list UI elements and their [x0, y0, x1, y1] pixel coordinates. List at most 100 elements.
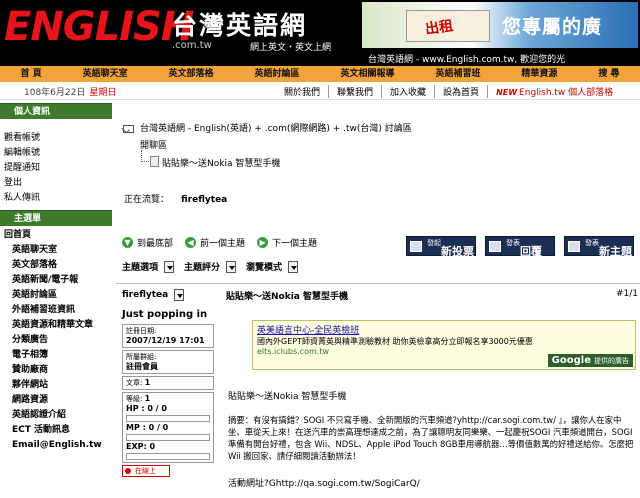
- new-poll-button[interactable]: 發起 新投票: [406, 236, 476, 258]
- sidebar-item-classifieds[interactable]: 分類廣告: [0, 333, 112, 348]
- level-value: 1: [144, 394, 151, 403]
- current-date: 108年6月22日 星期日: [24, 85, 116, 98]
- new-topic-button[interactable]: 發表 新主題: [564, 236, 634, 258]
- next-topic-link[interactable]: ▶ 下一個主題: [257, 236, 317, 249]
- logo-text: ENGLISH: [4, 4, 194, 50]
- link-set-homepage[interactable]: 設為首頁: [434, 85, 487, 98]
- link-contact[interactable]: 聯繫我們: [328, 85, 381, 98]
- google-ads-label: 提供的廣告: [594, 357, 629, 365]
- sidebar-item-sponsors[interactable]: 贊助廠商: [0, 363, 112, 378]
- sidebar-edit-account[interactable]: 編輯帳號: [0, 146, 112, 161]
- chevron-down-icon: [164, 260, 175, 273]
- new-topic-small: 發表: [585, 239, 599, 247]
- poll-icon: [410, 241, 422, 252]
- nav-cram-school[interactable]: 英語補習班: [415, 66, 501, 82]
- arrow-left-icon: ◀: [185, 237, 197, 248]
- viewer-name[interactable]: fireflytea: [181, 195, 227, 205]
- date-text: 108年6月22日: [24, 88, 86, 98]
- nav-search[interactable]: 搜 尋: [578, 66, 640, 82]
- exp-bar: [126, 453, 210, 460]
- topic-selectors: 主題選項 主題評分 瀏覽模式: [122, 260, 308, 273]
- new-poll-label: 新投票: [441, 245, 474, 258]
- main-content: 台灣英語網 - English(英語) + .com(網際網路) + .tw(台…: [116, 100, 640, 498]
- view-mode-label: 瀏覽模式: [246, 263, 283, 273]
- nav-resources[interactable]: 精華資源: [501, 66, 578, 82]
- link-bookmark[interactable]: 加入收藏: [381, 85, 434, 98]
- topic-options-dropdown[interactable]: 主題選項: [122, 260, 175, 273]
- nav-blog[interactable]: 英文部落格: [148, 66, 234, 82]
- view-mode-dropdown[interactable]: 瀏覽模式: [246, 260, 299, 273]
- personal-links: 觀看帳號 編輯帳號 提醒通知 登出 私人傳訊: [0, 119, 112, 210]
- ad-title[interactable]: 英美語言中心-全民英檢班: [257, 323, 631, 336]
- sidebar-item-partners[interactable]: 夥伴網站: [0, 378, 112, 393]
- google-ad-box[interactable]: 英美語言中心-全民英檢班 國內外GEPT師資菁英與精準測驗教材 助你英檢拿高分立…: [252, 320, 636, 370]
- post-author[interactable]: fireflytea: [122, 289, 185, 301]
- chevron-down-icon: [174, 289, 185, 301]
- post-body-link[interactable]: 活動網址?Ghttp://qa.sogi.com.tw/SogiCarQ/: [228, 476, 420, 489]
- sidebar-logout[interactable]: 登出: [0, 176, 112, 191]
- banner-text: 您專屬的廣: [502, 16, 603, 38]
- link-about[interactable]: 關於我們: [276, 85, 328, 98]
- nav-forum[interactable]: 英語討論區: [234, 66, 320, 82]
- goto-bottom-link[interactable]: ▼ 到最底部: [122, 236, 173, 249]
- next-topic-label: 下一個主題: [272, 239, 318, 249]
- weekday-text: 星期日: [89, 88, 117, 98]
- topic-rating-label: 主題評分: [184, 263, 221, 273]
- mp-bar: [126, 434, 210, 441]
- reg-label: 註冊日期:: [126, 327, 157, 335]
- site-logo[interactable]: ENGLISH: [4, 2, 194, 62]
- sidebar-main-menu-heading: 主選單: [0, 210, 112, 226]
- sidebar-item-blog[interactable]: 英文部落格: [0, 258, 112, 273]
- link-personal-blog[interactable]: NEW English.tw 個人部落格: [487, 85, 621, 98]
- reply-button[interactable]: 發表 回覆: [485, 236, 555, 258]
- arrow-down-icon: ▼: [122, 237, 133, 248]
- reply-icon: [489, 241, 501, 252]
- previous-topic-link[interactable]: ◀ 前一個主題: [185, 236, 245, 249]
- sidebar-item-web-resources[interactable]: 網路資源: [0, 393, 112, 408]
- personal-blog-label: English.tw 個人部落格: [519, 88, 614, 98]
- mp-value: MP : 0 / 0: [126, 423, 169, 432]
- sidebar-item-certification[interactable]: 英語認證介紹: [0, 408, 112, 423]
- sidebar-view-account[interactable]: 觀看帳號: [0, 131, 112, 146]
- breadcrumb-forum[interactable]: 台灣英語網 - English(英語) + .com(網際網路) + .tw(台…: [140, 121, 412, 134]
- banner-sign-text: 出租: [424, 18, 455, 38]
- user-info-panel: 註冊日期: 2007/12/19 17:01 所屬群組: 註冊會員 文章: 1 …: [122, 324, 214, 477]
- google-ads-badge[interactable]: Google 提供的廣告: [547, 354, 633, 367]
- site-header: ENGLISH .com.tw 台灣英語網 網上英文・英文上網 出租 您專屬的廣…: [0, 0, 640, 66]
- post-number[interactable]: #1/1: [616, 289, 638, 299]
- topic-rating-dropdown[interactable]: 主題評分: [184, 260, 237, 273]
- hp-value: HP : 0 / 0: [126, 404, 167, 413]
- reg-date: 2007/12/19 17:01: [126, 336, 205, 345]
- arrow-right-icon: ▶: [257, 237, 269, 248]
- stats-info: 等級: 1 HP : 0 / 0 MP : 0 / 0 EXP: 0: [122, 392, 214, 463]
- sidebar-item-forum[interactable]: 英語討論區: [0, 288, 112, 303]
- viewing-label: 正在流覽：: [124, 195, 170, 205]
- topic-options-label: 主題選項: [122, 263, 159, 273]
- registration-info: 註冊日期: 2007/12/19 17:01: [122, 324, 214, 348]
- nav-home[interactable]: 首 頁: [0, 66, 62, 82]
- goto-bottom-label: 到最底部: [137, 239, 174, 249]
- site-title: 台灣英語網: [172, 11, 308, 40]
- sidebar-home[interactable]: 回首頁: [0, 228, 112, 243]
- sidebar-item-cram-school[interactable]: 外語補習班資訊: [0, 303, 112, 318]
- new-poll-small: 發起: [427, 239, 441, 247]
- sidebar-notifications[interactable]: 提醒通知: [0, 161, 112, 176]
- new-topic-icon: [568, 241, 580, 252]
- sidebar-item-resources[interactable]: 英語資源和精華文章: [0, 318, 112, 333]
- thread-navigation: ▼ 到最底部 ◀ 前一個主題 ▶ 下一個主題: [122, 236, 329, 249]
- sidebar-private-messages[interactable]: 私人傳訊: [0, 191, 112, 206]
- ad-banner[interactable]: 出租 您專屬的廣: [362, 2, 638, 48]
- banner-sign: 出租: [406, 10, 490, 42]
- breadcrumb-thread[interactable]: 貼貼樂～送Nokia 智慧型手機: [162, 156, 280, 169]
- nav-chatroom[interactable]: 英語聊天室: [62, 66, 148, 82]
- posts-count: 1: [144, 378, 151, 387]
- sidebar-item-email[interactable]: Email@English.tw: [0, 438, 112, 453]
- main-nav: 首 頁 英語聊天室 英文部落格 英語討論區 英文相關報導 英語補習班 精華資源 …: [0, 66, 640, 82]
- post-divider: [116, 283, 640, 284]
- nav-news[interactable]: 英文相關報導: [320, 66, 415, 82]
- sidebar-item-album[interactable]: 電子相簿: [0, 348, 112, 363]
- sidebar-item-ect-events[interactable]: ECT 活動訊息: [0, 423, 112, 438]
- posts-info: 文章: 1: [122, 376, 214, 390]
- sidebar-item-news[interactable]: 英語新聞/電子報: [0, 273, 112, 288]
- sidebar-item-chatroom[interactable]: 英語聊天室: [0, 243, 112, 258]
